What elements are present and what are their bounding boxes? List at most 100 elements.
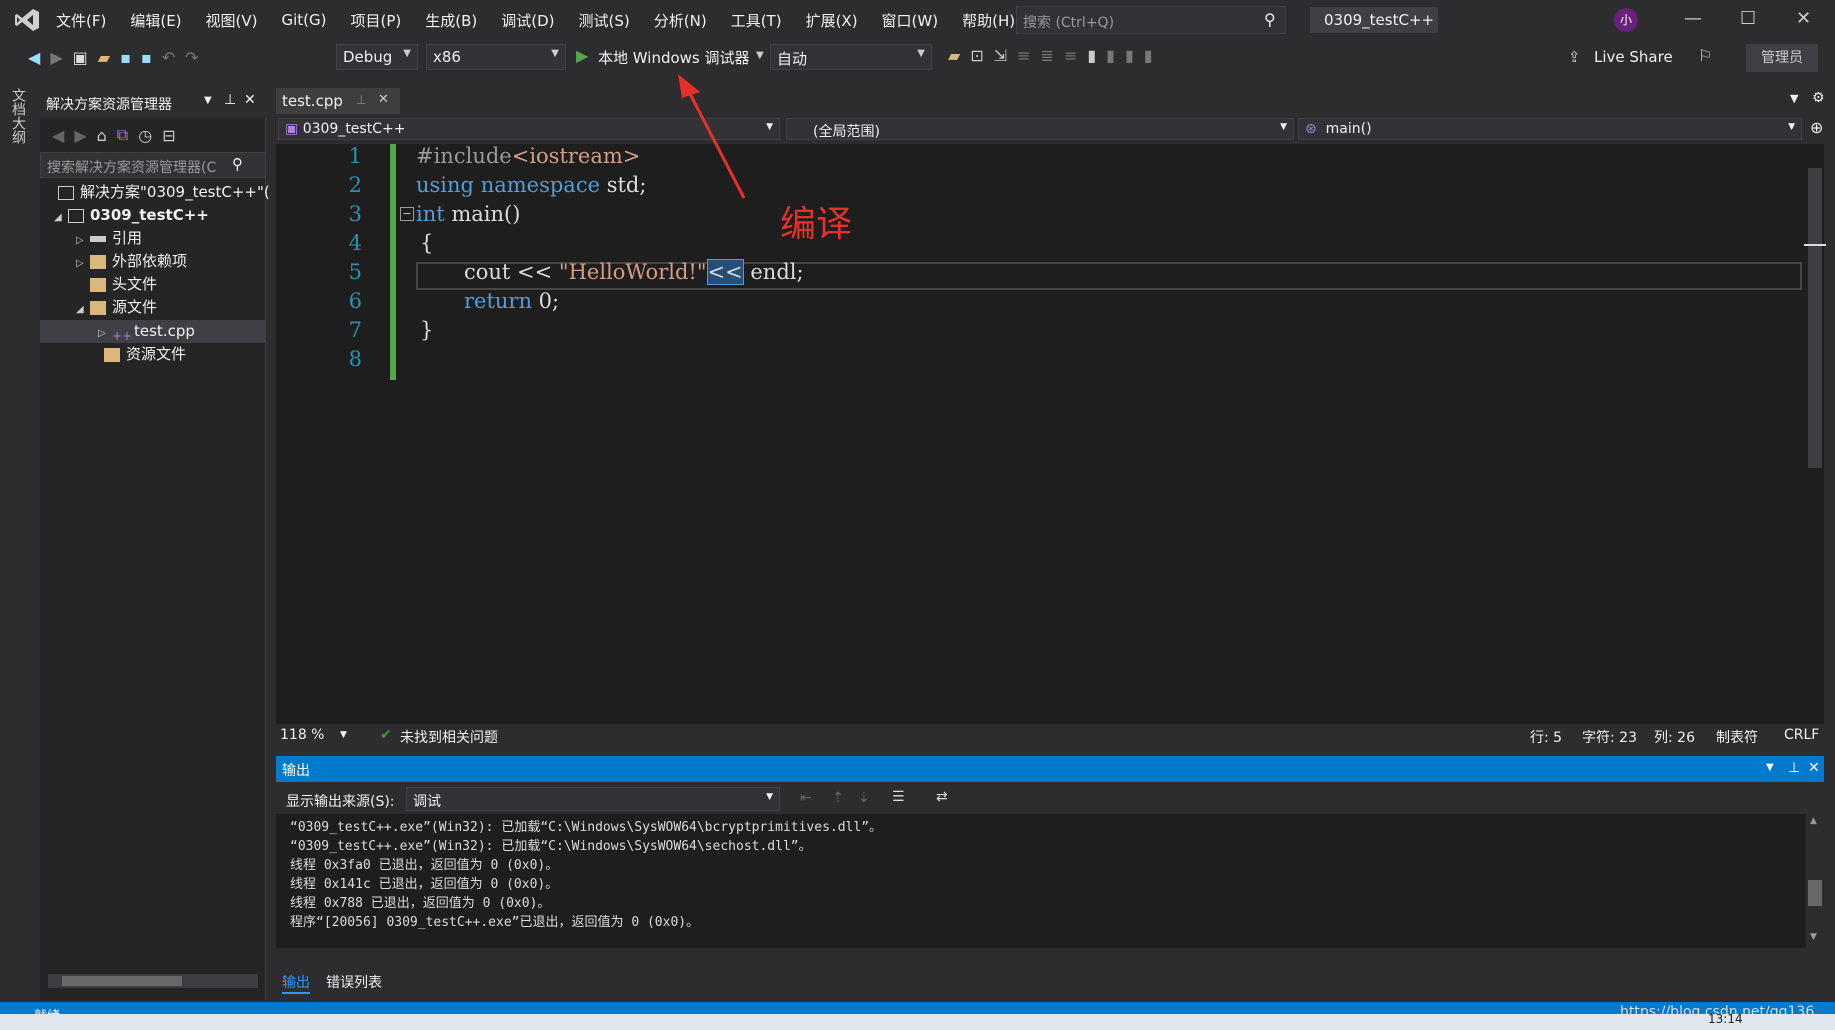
zoom-select[interactable]: 118 % [280,727,324,743]
collapse-icon[interactable]: ⊟ [162,126,175,145]
search-input[interactable]: 搜索 (Ctrl+Q) [1016,6,1286,34]
collapse-icon[interactable]: − [400,207,414,221]
menu-item-1[interactable]: 编辑(E) [130,10,181,31]
close-icon[interactable]: ✕ [1796,8,1811,29]
tab-mode-indicator[interactable]: 制表符 [1716,727,1758,747]
word-wrap-icon[interactable]: ⇄ [936,789,948,805]
folder-icon[interactable]: ▰ [948,46,960,65]
close-icon[interactable]: ✕ [378,92,389,107]
issues-status[interactable]: 未找到相关问题 [400,727,498,747]
tree-test-cpp[interactable]: ▷ ++ test.cpp [98,320,195,345]
live-share-button[interactable]: Live Share [1594,48,1673,66]
vs-logo-icon[interactable] [14,7,40,33]
tab-error-list[interactable]: 错误列表 [326,972,382,992]
search-icon[interactable]: ⚲ [232,155,243,173]
new-project-icon[interactable]: ▣ [73,48,88,67]
scroll-down-icon[interactable]: ▼ [1810,932,1817,942]
bookmark-clear-icon[interactable]: ▮ [1144,46,1153,65]
tab-overflow-icon[interactable]: ▼ [1790,92,1798,105]
menu-item-11[interactable]: 窗口(W) [882,10,939,31]
col-indicator[interactable]: 列: 26 [1654,727,1695,747]
menu-item-10[interactable]: 扩展(X) [806,10,858,31]
chevron-down-icon[interactable]: ▼ [204,95,212,106]
chevron-down-icon[interactable]: ▼ [1766,762,1774,773]
chevron-down-icon[interactable]: ▼ [340,730,347,740]
eol-indicator[interactable]: CRLF [1784,727,1819,743]
gear-icon[interactable]: ⚙ [1812,90,1825,106]
tab-output[interactable]: 输出 [282,972,310,994]
feedback-icon[interactable]: ⚐ [1698,46,1712,65]
step-icon[interactable]: ⇲ [994,46,1007,65]
bookmark-next-icon[interactable]: ▮ [1125,46,1134,65]
redo-icon[interactable]: ↷ [185,48,198,67]
format-icon[interactable]: ≡ [1017,46,1030,65]
char-indicator[interactable]: 字符: 23 [1582,727,1637,747]
menu-item-4[interactable]: 项目(P) [351,10,402,31]
scrollbar-thumb[interactable] [62,976,182,986]
bookmark-prev-icon[interactable]: ▮ [1106,46,1115,65]
line-indicator[interactable]: 行: 5 [1530,727,1562,747]
tree-source-files[interactable]: ◢ 源文件 [76,296,157,318]
collapsed-icon[interactable]: ▷ [98,323,112,345]
open-folder-icon[interactable]: ▰ [98,48,110,67]
expanded-icon[interactable]: ◢ [76,299,90,321]
prev-message-icon[interactable]: ⇡ [832,790,844,806]
tree-project[interactable]: ◢ 0309_testC++ [54,204,209,226]
save-all-icon[interactable]: ▪ [141,48,152,67]
close-icon[interactable]: ✕ [1808,760,1820,776]
run-play-icon[interactable]: ▶ [576,46,588,65]
platform-select[interactable]: x86 ▼ [426,44,566,70]
tree-references[interactable]: ▷ 引用 [76,227,142,249]
output-hscrollbar[interactable] [276,948,1806,964]
back-icon[interactable]: ◀ [52,126,64,145]
chevron-down-icon[interactable]: ▼ [756,50,764,61]
tree-resource-files[interactable]: 资源文件 [104,343,186,365]
indent-icon[interactable]: ≣ [1041,46,1054,65]
nav-function-select[interactable]: ⊛ main() ▼ [1298,118,1802,140]
maximize-icon[interactable]: ☐ [1740,8,1756,29]
forward-icon[interactable]: ▶ [74,126,86,145]
save-icon[interactable]: ▪ [120,48,131,67]
close-icon[interactable]: ✕ [244,92,256,108]
menu-item-3[interactable]: Git(G) [282,11,327,29]
menu-item-6[interactable]: 调试(D) [501,10,554,31]
share-icon[interactable]: ⇪ [1568,48,1581,66]
pin-icon[interactable]: ⊥ [224,92,236,108]
menu-item-8[interactable]: 分析(N) [654,10,707,31]
clear-all-icon[interactable]: ☰ [892,789,905,805]
menu-item-5[interactable]: 生成(B) [425,10,477,31]
document-outline-tab[interactable]: 文档大纲 [8,88,28,144]
expanded-icon[interactable]: ◢ [54,207,68,229]
minimize-icon[interactable]: — [1684,8,1702,29]
scrollbar-thumb[interactable] [1808,880,1822,906]
output-scrollbar[interactable]: ▲ ▼ [1806,814,1824,948]
history-icon[interactable]: ◷ [138,126,152,145]
menu-item-0[interactable]: 文件(F) [56,10,106,31]
avatar[interactable]: 小 [1614,8,1638,32]
output-source-select[interactable]: 调试 ▼ [406,787,780,811]
run-mode-select[interactable]: 自动 ▼ [770,44,932,70]
collapsed-icon[interactable]: ▷ [76,230,90,252]
pin-icon[interactable]: ⊥ [356,93,366,107]
run-debugger-button[interactable]: 本地 Windows 调试器 [598,47,750,68]
tree-header-files[interactable]: 头文件 [90,273,157,295]
forward-icon[interactable]: ▶ [50,48,62,67]
search-icon[interactable]: ⚲ [1264,10,1276,29]
find-message-icon[interactable]: ⇤ [800,790,812,806]
tab-test-cpp[interactable]: test.cpp ⊥ ✕ [276,88,400,114]
output-text[interactable]: “0309_testC++.exe”(Win32): 已加载“C:\Window… [276,814,1806,948]
back-icon[interactable]: ◀ [28,48,40,67]
collapsed-icon[interactable]: ▷ [76,253,90,275]
menu-item-9[interactable]: 工具(T) [731,10,782,31]
bookmark-icon[interactable]: ▮ [1087,46,1096,65]
menu-item-7[interactable]: 测试(S) [579,10,630,31]
home-icon[interactable]: ⌂ [97,126,107,145]
vs-switch-icon[interactable]: ⧉ [117,125,128,145]
browser-icon[interactable]: ⊡ [970,46,983,65]
scroll-up-icon[interactable]: ▲ [1810,816,1817,826]
pin-icon[interactable]: ⊥ [1788,760,1800,776]
nav-scope-select[interactable]: (全局范围) ▼ [786,118,1294,140]
menu-item-12[interactable]: 帮助(H) [962,10,1015,31]
tree-external-deps[interactable]: ▷ 外部依赖项 [76,250,187,272]
split-icon[interactable]: ⊕ [1810,118,1823,137]
